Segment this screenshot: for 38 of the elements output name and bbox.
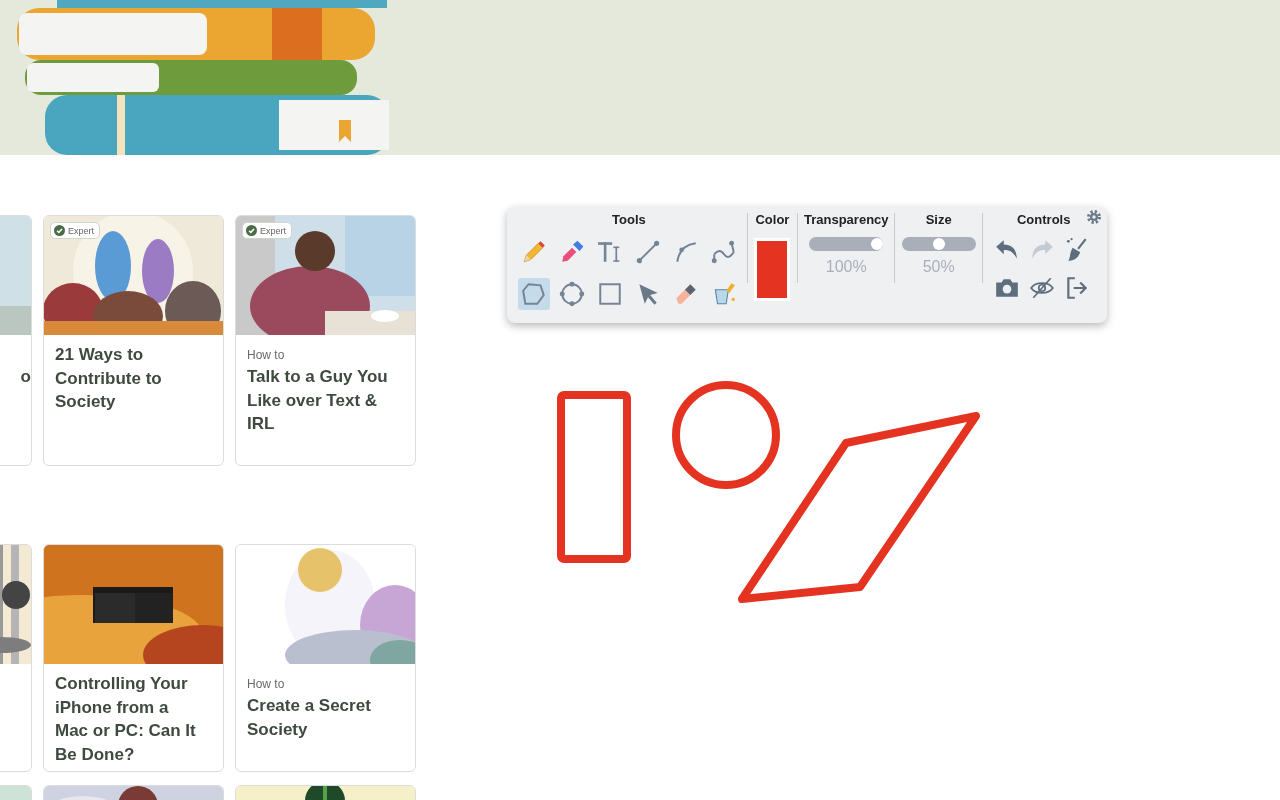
article-title[interactable]: Create a Secret Society	[247, 694, 394, 741]
section-title: Transparency	[804, 211, 889, 228]
article-title[interactable]: 21 Ways to Contribute to Society	[55, 343, 202, 414]
article-card[interactable]: How to Create a Secret Society	[235, 544, 416, 772]
checkmark-icon	[246, 225, 257, 236]
slider-track[interactable]	[901, 237, 976, 251]
article-title[interactable]: Controlling Your iPhone from a Mac or PC: Can It Be Done?	[55, 672, 202, 766]
line-icon	[634, 239, 661, 265]
badge-label: Expert	[68, 225, 94, 236]
slider-thumb[interactable]	[932, 238, 945, 250]
polygon-tool[interactable]	[517, 278, 550, 310]
pencil-icon	[520, 239, 547, 265]
article-title[interactable]: Talk to a Guy You Like over Text & IRL	[247, 365, 394, 436]
section-title: Tools	[612, 211, 646, 228]
article-card[interactable]: Expert 21 Ways to Contribute to Society	[43, 215, 224, 466]
transparency-value: 100%	[825, 258, 867, 276]
section-title: Size	[925, 211, 952, 228]
slider-thumb[interactable]	[871, 238, 884, 250]
slider-track[interactable]	[809, 237, 884, 251]
section-title: Color	[755, 211, 790, 228]
article-card[interactable]: o	[0, 215, 32, 466]
how-to-label: How to	[247, 348, 286, 362]
how-to-label: How to	[247, 677, 286, 691]
article-title[interactable]: o	[0, 365, 31, 389]
color-swatch[interactable]	[754, 238, 791, 301]
settings-icon[interactable]	[1085, 209, 1103, 227]
badge-label: Expert	[260, 225, 286, 236]
section-title: Controls	[1017, 211, 1071, 228]
eye-slash-icon	[1029, 275, 1055, 301]
rectangle-icon	[596, 281, 623, 307]
article-card[interactable]: Expert How to Talk to a Guy You Like over Text & IRL	[235, 215, 416, 466]
article-card[interactable]: Controlling Your iPhone from a Mac or PC: Can It Be Done?	[43, 544, 224, 772]
polygon-icon	[520, 281, 547, 307]
circle-icon	[558, 281, 585, 307]
bezier-icon	[710, 239, 737, 265]
size-value: 50%	[922, 258, 955, 276]
checkmark-icon	[54, 225, 65, 236]
exit-icon	[1064, 275, 1090, 301]
